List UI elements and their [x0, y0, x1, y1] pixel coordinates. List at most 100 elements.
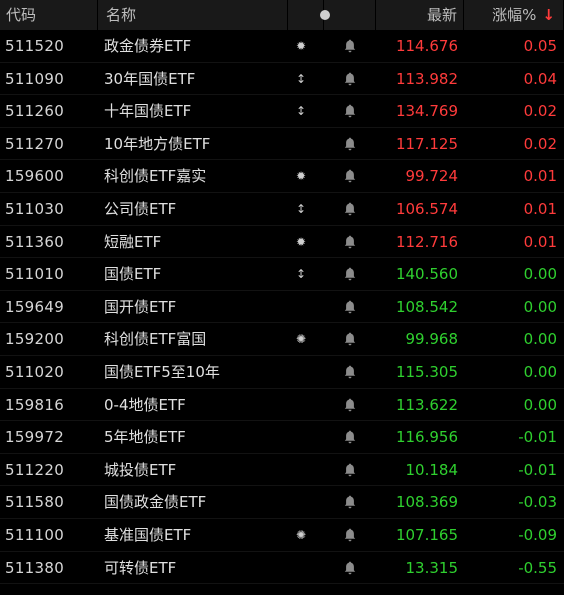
table-row[interactable]: 511020 国债ETF5至10年 115.305 0.00	[0, 356, 564, 389]
column-header-last[interactable]: 最新	[376, 0, 464, 30]
bell-icon[interactable]	[340, 421, 360, 453]
bell-icon[interactable]	[340, 291, 360, 323]
updown-arrow-icon: ↕	[295, 71, 307, 86]
last-price: 116.956	[395, 428, 458, 447]
flag-empty	[291, 356, 311, 388]
security-code: 511020	[5, 362, 65, 381]
change-percent: -0.03	[518, 493, 557, 512]
table-row[interactable]: 511100 基准国债ETF ✺ 107.165 -0.09	[0, 519, 564, 552]
table-row[interactable]: 159972 5年地债ETF 116.956 -0.01	[0, 421, 564, 454]
security-code: 511380	[5, 558, 65, 577]
flag-empty	[291, 389, 311, 421]
security-name: 10年地方债ETF	[104, 134, 211, 153]
table-row[interactable]: 511580 国债政金债ETF 108.369 -0.03	[0, 486, 564, 519]
last-price: 115.305	[395, 362, 458, 381]
flag-empty	[291, 454, 311, 486]
security-name: 国债政金债ETF	[104, 493, 207, 512]
security-name: 30年国债ETF	[104, 69, 196, 88]
security-name: 公司债ETF	[104, 199, 177, 218]
security-name: 国债ETF5至10年	[104, 362, 220, 381]
bell-icon[interactable]	[340, 454, 360, 486]
security-code: 511520	[5, 37, 65, 55]
table-row[interactable]: 511360 短融ETF ✹ 112.716 0.01	[0, 226, 564, 259]
security-code: 159200	[5, 330, 65, 349]
table-body: 511520 政金债券ETF ✹ 114.676 0.05 511090 30年国债ETF ↕…	[0, 30, 564, 585]
bell-icon[interactable]	[340, 30, 360, 62]
change-percent: 0.00	[523, 297, 557, 316]
bell-icon[interactable]	[340, 63, 360, 95]
security-code: 511100	[5, 525, 65, 544]
bell-icon[interactable]	[340, 519, 360, 551]
security-code: 159816	[5, 395, 65, 414]
security-code: 511260	[5, 102, 65, 121]
last-price: 134.769	[395, 102, 458, 121]
table-row[interactable]: 511010 国债ETF ↕ 140.560 0.00	[0, 258, 564, 291]
security-name: 国债ETF	[104, 265, 162, 284]
change-percent: 0.00	[523, 362, 557, 381]
security-code: 159649	[5, 297, 65, 316]
table-row[interactable]: 511270 10年地方债ETF 117.125 0.02	[0, 128, 564, 161]
change-percent: 0.01	[523, 232, 557, 251]
table-row[interactable]: 511520 政金债券ETF ✹ 114.676 0.05	[0, 30, 564, 63]
column-header-change[interactable]: 涨幅% ↓	[464, 0, 564, 30]
bell-icon[interactable]	[340, 323, 360, 355]
updown-arrow-icon: ↕	[295, 201, 307, 216]
table-row[interactable]: 511260 十年国债ETF ↕ 134.769 0.02	[0, 95, 564, 128]
column-header-name[interactable]: 名称	[98, 0, 288, 30]
last-price: 10.184	[405, 460, 459, 479]
bell-icon[interactable]	[340, 95, 360, 127]
sun-marker-icon: ✺	[295, 527, 307, 542]
bell-icon[interactable]	[340, 486, 360, 518]
security-code: 159972	[5, 428, 65, 447]
sun-marker-icon: ✺	[295, 332, 307, 347]
sort-desc-icon[interactable]: ↓	[542, 6, 555, 24]
quote-table: 代码 名称 最新 涨幅% ↓ 511520 政金债券ETF ✹ 114.676 0.05 5…	[0, 0, 564, 585]
last-price: 114.676	[395, 37, 458, 55]
security-code: 511220	[5, 460, 65, 479]
flag-empty	[291, 421, 311, 453]
table-row[interactable]: 159600 科创债ETF嘉实 ✹ 99.724 0.01	[0, 160, 564, 193]
change-percent: 0.00	[523, 330, 557, 349]
column-header-flag[interactable]	[288, 0, 324, 30]
margin-marker-icon: ✹	[295, 169, 307, 184]
change-percent: 0.00	[523, 395, 557, 414]
margin-marker-icon: ✹	[295, 234, 307, 249]
bell-icon[interactable]	[340, 226, 360, 258]
last-price: 13.315	[405, 558, 459, 577]
table-row[interactable]: 159649 国开债ETF 108.542 0.00	[0, 291, 564, 324]
change-percent: -0.09	[518, 525, 557, 544]
table-row[interactable]: 159816 0-4地债ETF 113.622 0.00	[0, 389, 564, 422]
bell-icon[interactable]	[340, 389, 360, 421]
change-percent: 0.04	[523, 69, 557, 88]
change-percent: -0.55	[518, 558, 557, 577]
flag-empty	[291, 128, 311, 160]
table-row[interactable]: 159200 科创债ETF富国 ✺ 99.968 0.00	[0, 323, 564, 356]
table-row[interactable]: 511220 城投债ETF 10.184 -0.01	[0, 454, 564, 487]
security-code: 159600	[5, 167, 65, 186]
last-price: 99.724	[405, 167, 459, 186]
security-name: 短融ETF	[104, 232, 162, 251]
security-code: 511090	[5, 69, 65, 88]
change-percent: 0.00	[523, 265, 557, 284]
last-price: 113.622	[395, 395, 458, 414]
change-percent: -0.01	[518, 428, 557, 447]
bell-icon[interactable]	[340, 552, 360, 584]
flag-empty	[291, 552, 311, 584]
table-row[interactable]: 511380 可转债ETF 13.315 -0.55	[0, 552, 564, 585]
column-header-alert[interactable]	[320, 0, 376, 30]
bell-icon[interactable]	[340, 193, 360, 225]
table-row[interactable]: 511030 公司债ETF ↕ 106.574 0.01	[0, 193, 564, 226]
security-name: 0-4地债ETF	[104, 395, 186, 414]
bell-icon[interactable]	[340, 128, 360, 160]
bell-icon[interactable]	[340, 258, 360, 290]
column-header-code[interactable]: 代码	[0, 0, 98, 30]
security-name: 基准国债ETF	[104, 525, 192, 544]
security-code: 511580	[5, 493, 65, 512]
dot-icon	[320, 10, 330, 20]
bell-icon[interactable]	[340, 160, 360, 192]
updown-arrow-icon: ↕	[295, 104, 307, 119]
security-name: 科创债ETF富国	[104, 330, 207, 349]
bell-icon[interactable]	[340, 356, 360, 388]
margin-marker-icon: ✹	[295, 39, 307, 53]
table-row[interactable]: 511090 30年国债ETF ↕ 113.982 0.04	[0, 63, 564, 96]
